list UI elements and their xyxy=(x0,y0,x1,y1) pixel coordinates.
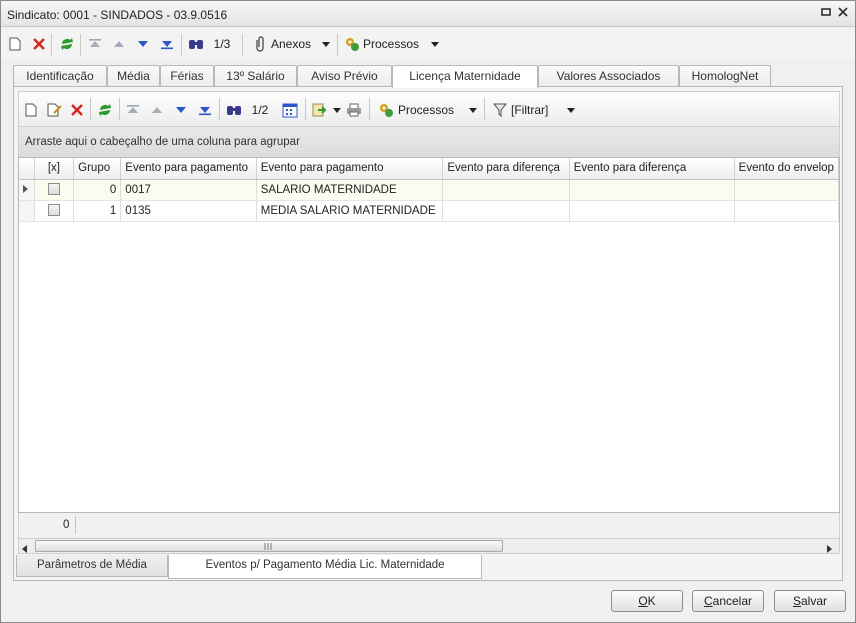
grid-next-record-icon[interactable] xyxy=(173,100,189,120)
grid-previous-record-icon[interactable] xyxy=(149,100,165,120)
cell-evento-nome[interactable]: SALARIO MATERNIDADE xyxy=(256,179,444,201)
tab-valores-associados[interactable]: Valores Associados xyxy=(538,65,679,87)
checkbox-icon[interactable] xyxy=(47,204,60,217)
row-indicator xyxy=(19,200,35,222)
delete-record-icon[interactable] xyxy=(69,100,85,120)
cell-evento-codigo[interactable]: 0017 xyxy=(120,179,257,201)
refresh-icon[interactable] xyxy=(58,34,76,54)
grid-footer: 0 xyxy=(18,513,840,539)
search-binoculars-icon[interactable] xyxy=(187,34,205,54)
tab-ferias[interactable]: Férias xyxy=(160,65,214,87)
tab-licenca-maternidade[interactable]: Licença Maternidade xyxy=(392,65,538,88)
edit-icon[interactable] xyxy=(46,100,64,120)
next-record-icon[interactable] xyxy=(135,34,151,54)
horizontal-scrollbar[interactable] xyxy=(18,538,840,554)
checkbox-icon[interactable] xyxy=(47,183,60,196)
window-title: Sindicato: 0001 - SINDADOS - 03.9.0516 xyxy=(7,8,228,22)
grid-table: [x] Grupo Evento para pagamento Evento p… xyxy=(19,158,839,222)
anexos-dropdown-icon[interactable] xyxy=(320,34,332,54)
cell-envelope[interactable] xyxy=(734,200,839,222)
cell-diferenca-nome[interactable] xyxy=(569,179,735,201)
print-icon[interactable] xyxy=(345,100,363,120)
column-header-evento-diferenca-codigo[interactable]: Evento para diferença xyxy=(442,158,570,180)
scroll-left-icon[interactable] xyxy=(22,542,27,556)
restore-icon[interactable] xyxy=(818,6,834,22)
tab-identificacao[interactable]: Identificação xyxy=(13,65,107,87)
record-counter: 1/3 xyxy=(213,37,231,51)
grid-last-record-icon[interactable] xyxy=(197,100,213,120)
previous-record-icon[interactable] xyxy=(111,34,127,54)
dialog-window: Sindicato: 0001 - SINDADOS - 03.9.0516 1… xyxy=(0,0,856,623)
processos-button[interactable]: Processos xyxy=(363,34,425,54)
delete-icon[interactable] xyxy=(31,34,47,54)
tab-eventos-pagamento-media[interactable]: Eventos p/ Pagamento Média Lic. Maternid… xyxy=(168,555,482,579)
filtrar-button[interactable]: [Filtrar] xyxy=(511,100,561,120)
column-header-evento-pagamento-codigo[interactable]: Evento para pagamento xyxy=(120,158,257,180)
column-header-evento-diferenca-nome[interactable]: Evento para diferença xyxy=(569,158,735,180)
column-header-select[interactable]: [x] xyxy=(34,158,75,180)
refresh-grid-icon[interactable] xyxy=(96,100,114,120)
cancel-button[interactable]: Cancelar xyxy=(692,590,764,612)
grid-first-record-icon[interactable] xyxy=(125,100,141,120)
column-header-evento-pagamento-nome[interactable]: Evento para pagamento xyxy=(256,158,444,180)
grid-gears-icon xyxy=(376,100,396,120)
row-checkbox[interactable] xyxy=(34,179,75,201)
tab-homolognet[interactable]: HomologNet xyxy=(679,65,771,87)
column-header-evento-envelope[interactable]: Evento do envelop xyxy=(734,158,839,180)
cell-evento-codigo[interactable]: 0135 xyxy=(120,200,257,222)
row-indicator-header xyxy=(19,158,35,180)
cell-grupo[interactable]: 0 xyxy=(73,179,122,201)
filter-icon xyxy=(491,100,509,120)
title-bar: Sindicato: 0001 - SINDADOS - 03.9.0516 xyxy=(1,1,855,27)
last-record-icon[interactable] xyxy=(159,34,175,54)
grid-processos-button[interactable]: Processos xyxy=(398,100,462,120)
data-grid: [x] Grupo Evento para pagamento Evento p… xyxy=(18,157,840,513)
ok-button[interactable]: OK xyxy=(611,590,683,612)
grid-header-row: [x] Grupo Evento para pagamento Evento p… xyxy=(19,158,839,180)
first-record-icon[interactable] xyxy=(87,34,103,54)
close-icon[interactable] xyxy=(835,6,851,22)
tab-media[interactable]: Média xyxy=(107,65,160,87)
grid-toolbar: 1/2 Processos [Filtrar] xyxy=(18,91,840,127)
grid-record-counter: 1/2 xyxy=(251,103,269,117)
group-by-area[interactable]: Arraste aqui o cabeçalho de uma coluna p… xyxy=(18,127,840,157)
processos-dropdown-icon[interactable] xyxy=(429,34,441,54)
paperclip-icon xyxy=(250,34,270,54)
export-dropdown-icon[interactable] xyxy=(332,100,342,120)
export-icon[interactable] xyxy=(311,100,329,120)
save-button[interactable]: Salvar xyxy=(774,590,846,612)
cell-diferenca-codigo[interactable] xyxy=(442,200,570,222)
tab-13-salario[interactable]: 13º Salário xyxy=(214,65,297,87)
cell-envelope[interactable] xyxy=(734,179,839,201)
main-toolbar: 1/3 Anexos Processos xyxy=(1,29,855,59)
tab-panel: 1/2 Processos [Filtrar] Arraste aqui o c… xyxy=(13,86,843,581)
filtrar-dropdown-icon[interactable] xyxy=(565,100,577,120)
top-tab-strip: Identificação Média Férias 13º Salário A… xyxy=(1,65,855,88)
scroll-right-icon[interactable] xyxy=(827,542,832,556)
cell-diferenca-nome[interactable] xyxy=(569,200,735,222)
column-header-grupo[interactable]: Grupo xyxy=(73,158,122,180)
footer-count: 0 xyxy=(63,519,70,531)
grid-search-binoculars-icon[interactable] xyxy=(225,100,243,120)
gears-icon xyxy=(342,34,362,54)
cell-evento-nome[interactable]: MEDIA SALARIO MATERNIDADE xyxy=(256,200,444,222)
anexos-button[interactable]: Anexos xyxy=(271,34,317,54)
table-row[interactable]: 0 0017 SALARIO MATERNIDADE xyxy=(19,179,839,201)
row-checkbox[interactable] xyxy=(34,200,75,222)
scroll-thumb[interactable] xyxy=(35,540,503,552)
grid-processos-dropdown-icon[interactable] xyxy=(467,100,479,120)
tab-parametros-de-media[interactable]: Parâmetros de Média xyxy=(16,555,168,577)
new-record-icon[interactable] xyxy=(23,100,39,120)
tab-aviso-previo[interactable]: Aviso Prévio xyxy=(297,65,392,87)
cell-diferenca-codigo[interactable] xyxy=(442,179,570,201)
row-indicator-icon xyxy=(19,179,35,201)
bottom-tab-strip: Parâmetros de Média Eventos p/ Pagamento… xyxy=(16,555,846,579)
cell-grupo[interactable]: 1 xyxy=(73,200,122,222)
calendar-grid-icon[interactable] xyxy=(281,100,299,120)
table-row[interactable]: 1 0135 MEDIA SALARIO MATERNIDADE xyxy=(19,200,839,222)
new-icon[interactable] xyxy=(7,34,23,54)
